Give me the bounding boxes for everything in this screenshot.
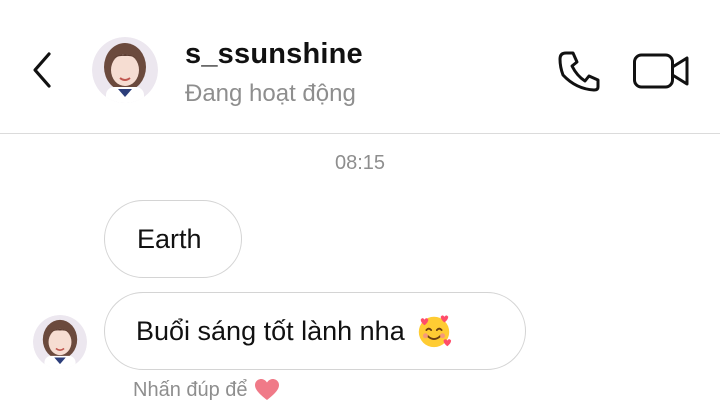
avatar[interactable]: [92, 37, 158, 103]
message-text: Earth: [137, 223, 202, 254]
direct-message-screen: s_ssunshine Đang hoạt động 08:15 Earth B…: [0, 0, 720, 420]
profile-photo: [33, 315, 87, 369]
message-timestamp: 08:15: [334, 152, 386, 174]
video-call-button[interactable]: [630, 48, 692, 94]
hint-text: Nhấn đúp để: [133, 378, 248, 401]
header-divider: [0, 133, 720, 134]
message-text: Buổi sáng tốt lành nha: [136, 315, 405, 346]
message-bubble[interactable]: Buổi sáng tốt lành nha: [104, 292, 526, 370]
phone-icon: [558, 51, 600, 92]
heart-icon[interactable]: [254, 378, 280, 402]
chat-username[interactable]: s_ssunshine: [185, 38, 363, 71]
profile-photo: [92, 37, 158, 103]
activity-status: Đang hoạt động: [185, 80, 356, 107]
video-camera-icon: [633, 53, 689, 89]
double-tap-hint: Nhấn đúp để: [133, 378, 280, 402]
message-bubble[interactable]: Earth: [104, 200, 242, 278]
sender-avatar[interactable]: [33, 315, 87, 369]
back-button[interactable]: [24, 46, 60, 94]
voice-call-button[interactable]: [554, 48, 604, 94]
chevron-left-icon: [33, 52, 51, 88]
smiling-face-with-hearts-icon: [418, 315, 451, 348]
chat-header: s_ssunshine Đang hoạt động: [0, 0, 720, 134]
